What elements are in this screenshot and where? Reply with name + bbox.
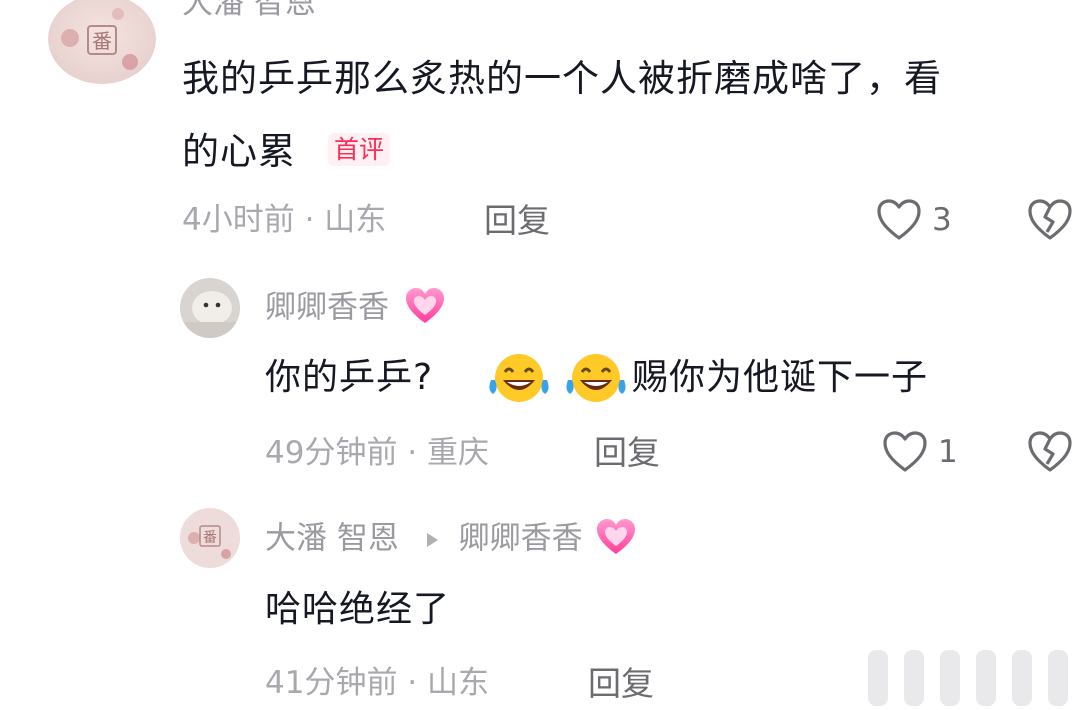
comment-text-line1: 我的乒乒那么炙热的一个人被折磨成啥了，看 — [182, 57, 942, 100]
avatar-cat-icon — [180, 278, 240, 338]
pink-heart-emoji-icon — [405, 288, 444, 323]
comment-time-location: 41分钟前 · 山东 — [265, 665, 490, 701]
svg-text:番: 番 — [203, 530, 217, 546]
first-comment-badge: 首评 — [328, 133, 391, 166]
reply-button[interactable]: 回复 — [594, 436, 660, 469]
comment-text-line2: 的心累 — [182, 130, 296, 173]
author-name: 大潘 智恩 — [265, 520, 399, 557]
comment-time-location: 49分钟前 · 重庆 — [265, 435, 490, 471]
comment-author[interactable]: 卿卿香香 — [265, 288, 447, 326]
reply-button[interactable]: 回复 — [484, 204, 550, 237]
watermark-bar — [976, 650, 996, 706]
like-heart-icon[interactable] — [882, 430, 928, 474]
reply-arrow-icon — [426, 533, 438, 547]
laughing-tears-emoji-icon — [566, 354, 626, 402]
reply-text-after: 赐你为他诞下一子 — [632, 357, 929, 398]
dislike-broken-heart-icon[interactable] — [1026, 430, 1074, 474]
reply-button[interactable]: 回复 — [588, 667, 654, 700]
laughing-tears-emoji-icon — [489, 354, 549, 402]
like-count: 3 — [932, 202, 952, 238]
avatar[interactable] — [180, 278, 240, 338]
watermark-bar — [1048, 650, 1068, 706]
author-name: 卿卿香香 — [265, 289, 389, 326]
pink-heart-emoji-icon — [597, 519, 636, 554]
comment-author[interactable]: 大潘 智恩 — [182, 0, 316, 19]
avatar-flower-icon: 番 — [48, 0, 156, 84]
reply-text: 你的乒乒? — [265, 360, 433, 396]
comment-author[interactable]: 大潘 智恩 卿卿香香 — [265, 519, 638, 557]
svg-text:番: 番 — [92, 29, 112, 53]
like-count: 1 — [938, 434, 958, 470]
watermark-bar — [1012, 650, 1032, 706]
avatar-flower-icon: 番 — [180, 508, 240, 568]
watermark-bar — [940, 650, 960, 706]
like-heart-icon[interactable] — [876, 198, 922, 242]
avatar[interactable]: 番 — [180, 508, 240, 568]
reply-to-name[interactable]: 卿卿香香 — [459, 521, 583, 557]
avatar[interactable]: 番 — [48, 0, 156, 84]
comment-time-location: 4小时前 · 山东 — [182, 202, 387, 238]
watermark-bar — [868, 650, 888, 706]
reply-text: 哈哈绝经了 — [265, 589, 451, 630]
dislike-broken-heart-icon[interactable] — [1026, 198, 1074, 242]
watermark-bar — [904, 650, 924, 706]
reply-text-before: 你的乒乒? — [265, 357, 434, 398]
